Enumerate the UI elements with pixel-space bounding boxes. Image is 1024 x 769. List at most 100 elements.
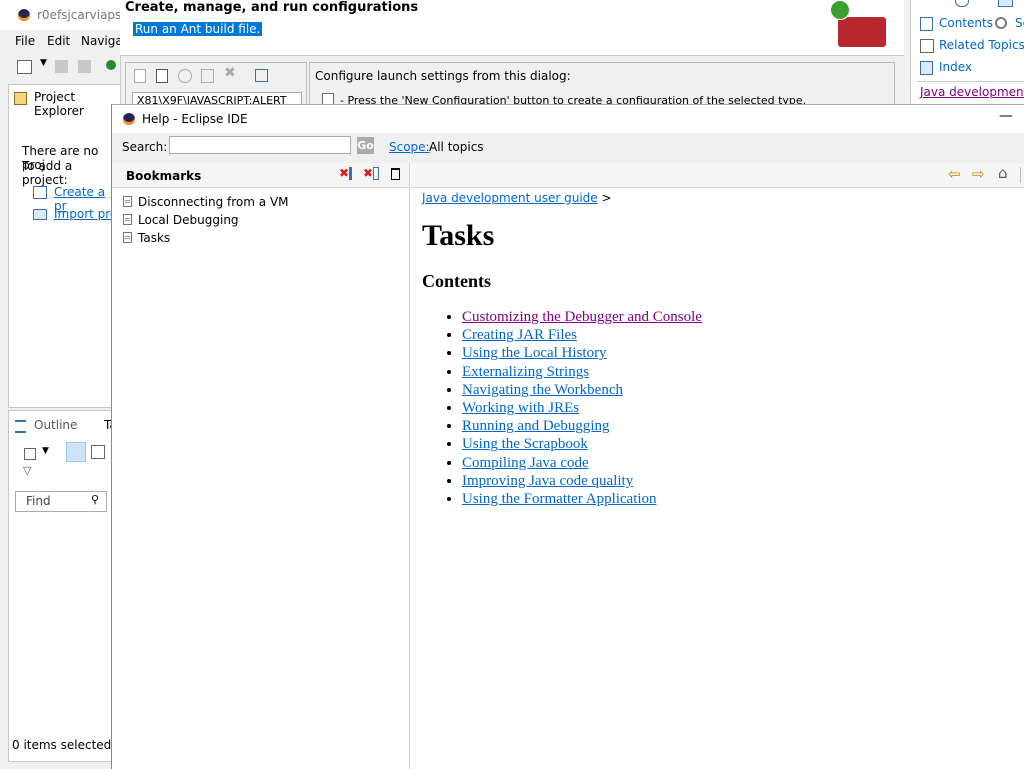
topic-link[interactable]: Navigating the Workbench <box>462 382 623 398</box>
delete-all-bookmarks-icon[interactable]: ✖ <box>363 166 380 180</box>
bookmark-label: Local Debugging <box>138 213 239 227</box>
topic-content: Java development user guide > Tasks Cont… <box>422 191 1012 508</box>
view-menu-icon[interactable]: ▽ <box>23 464 31 477</box>
configure-text: Configure launch settings from this dial… <box>315 69 571 83</box>
outline-tab[interactable]: Outline <box>34 418 77 432</box>
project-explorer-panel: Project Explorer There are no proj To ad… <box>8 84 122 408</box>
list-item: Running and Debugging <box>462 417 1012 435</box>
new-prototype-icon[interactable] <box>156 69 168 83</box>
topic-link[interactable]: Improving Java code quality <box>462 473 633 489</box>
run-config-tree: ✖ X81\X9F\JAVASCRIPT:ALERT <box>125 62 307 110</box>
maximize-icon[interactable] <box>391 168 400 180</box>
delete-bookmark-icon[interactable]: ✖ <box>339 166 353 180</box>
help-window: Help - Eclipse IDE — Search: Go Scope: A… <box>111 104 1024 769</box>
bookmark-item[interactable]: Local Debugging <box>123 211 403 229</box>
search-icon: ⚲ <box>91 493 100 506</box>
list-item: Creating JAR Files <box>462 326 1012 344</box>
list-item: Customizing the Debugger and Console <box>462 308 1012 326</box>
help-view-panel: Contents Se Related Topics Index Java de… <box>910 0 1024 106</box>
help-title-bar: Help - Eclipse IDE — <box>112 105 1024 133</box>
find-input[interactable]: Find <box>26 494 51 508</box>
run-dialog-subtitle: Run an Ant build file. <box>133 22 263 36</box>
bookmarks-header: Bookmarks ✖ ✖ <box>112 163 409 188</box>
scope-link[interactable]: Scope: <box>389 140 430 154</box>
import-project-link[interactable]: Import pro <box>54 207 117 221</box>
bookmarks-pane: Bookmarks ✖ ✖ Disconnecting from a VM Lo… <box>112 163 410 769</box>
eclipse-title-bar: r0efsjcarviapstc <box>0 0 133 30</box>
menu-file[interactable]: File <box>15 34 35 48</box>
topic-link[interactable]: Working with JREs <box>462 400 579 416</box>
bookmark-page-icon <box>123 196 132 207</box>
topic-list: Customizing the Debugger and Console Cre… <box>422 308 1012 508</box>
categorize-icon[interactable] <box>66 442 86 462</box>
eclipse-toolbar: ▼ <box>0 54 120 82</box>
list-item: Navigating the Workbench <box>462 381 1012 399</box>
project-explorer-icon <box>14 92 27 105</box>
list-item: Externalizing Strings <box>462 363 1012 381</box>
import-project-icon <box>33 209 47 220</box>
bookmark-label: Disconnecting from a VM <box>138 195 289 209</box>
topic-link[interactable]: Running and Debugging <box>462 418 610 434</box>
delete-icon[interactable]: ✖ <box>224 65 236 81</box>
bookmark-item[interactable]: Tasks <box>123 229 403 247</box>
forward-arrow-icon[interactable]: ⇨ <box>972 165 985 183</box>
bookmark-item[interactable]: Disconnecting from a VM <box>123 193 403 211</box>
help-search-input[interactable] <box>169 136 351 154</box>
run-icon[interactable] <box>106 60 116 70</box>
collapse-all-icon[interactable] <box>255 69 268 82</box>
java-dev-guide-link[interactable]: Java development u <box>920 85 1024 99</box>
page-title: Tasks <box>422 219 495 252</box>
scheduled-icon[interactable] <box>91 445 105 459</box>
new-config-icon[interactable] <box>134 69 146 83</box>
search-label: Search: <box>122 140 168 154</box>
toolbox-icon <box>838 17 886 47</box>
chevron-down-icon[interactable]: ▼ <box>40 58 47 68</box>
breadcrumb: Java development user guide > <box>422 191 1012 205</box>
topic-link[interactable]: Using the Scrapbook <box>462 436 588 452</box>
empty-message-2: To add a project: <box>22 159 73 187</box>
new-wizard-icon[interactable] <box>17 60 32 74</box>
run-badge-icon <box>830 0 850 20</box>
index-link[interactable]: Index <box>939 60 972 74</box>
outline-panel: Outline Ta ▼ ▽ Find ⚲ 0 items selected <box>8 410 122 762</box>
list-item: Working with JREs <box>462 399 1012 417</box>
project-explorer-tab[interactable]: Project Explorer <box>34 90 121 118</box>
contents-link[interactable]: Contents <box>939 16 993 30</box>
back-arrow-icon[interactable]: ⇦ <box>948 165 961 183</box>
duplicate-icon[interactable] <box>201 69 214 83</box>
menu-edit[interactable]: Edit <box>47 34 70 48</box>
chevron-down-icon[interactable]: ▼ <box>42 446 49 456</box>
bookmark-page-icon <box>123 232 132 243</box>
bookmark-label: Tasks <box>138 231 171 245</box>
home-icon[interactable]: ⌂ <box>998 164 1008 182</box>
contents-heading: Contents <box>422 271 492 291</box>
eclipse-logo-icon <box>18 9 30 21</box>
topic-link[interactable]: Compiling Java code <box>462 455 589 471</box>
topic-link[interactable]: Using the Local History <box>462 345 607 361</box>
minimize-button[interactable]: — <box>999 108 1013 124</box>
list-item: Using the Local History <box>462 344 1012 362</box>
breadcrumb-link[interactable]: Java development user guide <box>422 191 598 205</box>
help-toolbar-icon[interactable] <box>955 0 969 7</box>
related-topics-icon <box>920 39 934 53</box>
topic-link[interactable]: Creating JAR Files <box>462 327 577 343</box>
eclipse-logo-icon <box>123 113 135 125</box>
topic-link[interactable]: Using the Formatter Application <box>462 491 657 507</box>
related-topics-link[interactable]: Related Topics <box>939 38 1024 52</box>
new-task-icon[interactable] <box>24 448 36 460</box>
save-icon[interactable] <box>55 60 68 73</box>
run-dialog-header: Create, manage, and run configurations R… <box>120 0 904 56</box>
topic-link[interactable]: Externalizing Strings <box>462 364 589 380</box>
breadcrumb-separator: > <box>601 191 612 205</box>
save-all-icon[interactable] <box>78 60 91 73</box>
go-button[interactable]: Go <box>357 137 374 154</box>
search-help-link[interactable]: Se <box>1015 16 1024 30</box>
run-dialog-title: Create, manage, and run configurations <box>125 0 419 15</box>
print-icon[interactable] <box>998 0 1013 7</box>
topic-link[interactable]: Customizing the Debugger and Console <box>462 309 702 325</box>
eclipse-window-title: r0efsjcarviapstc <box>37 8 133 22</box>
export-icon[interactable] <box>178 69 192 83</box>
find-field[interactable]: Find ⚲ <box>15 491 107 512</box>
new-project-icon <box>33 186 47 199</box>
help-view-divider <box>917 81 1024 82</box>
